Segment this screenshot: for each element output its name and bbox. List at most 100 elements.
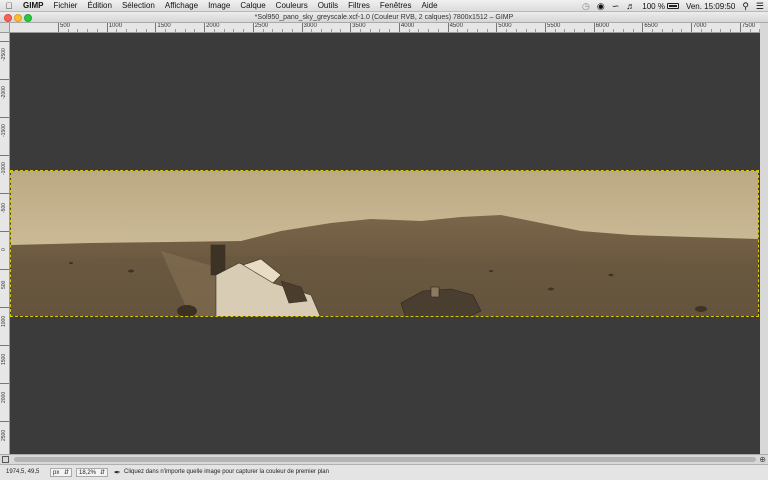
ruler-label: 4000 [400, 23, 415, 29]
ruler-minor-tick [457, 29, 459, 32]
window-title: *Sol950_pano_sky_greyscale.xcf-1.0 (Coul… [254, 14, 514, 21]
ruler-minor-tick [116, 29, 118, 32]
time-machine-icon[interactable]: ◷ [582, 0, 590, 12]
ruler-minor-tick [583, 29, 585, 32]
ruler-minor-tick [262, 29, 264, 32]
eye-icon[interactable]: ◉ [597, 0, 605, 12]
rover-wheel-left [177, 305, 197, 316]
ruler-minor-tick [243, 29, 245, 32]
zoom-selector[interactable]: 18,2% ⇵ [76, 468, 108, 477]
ruler-label: 4500 [449, 23, 463, 29]
ruler-label: -2500 [1, 48, 7, 61]
ruler-minor-tick [96, 29, 98, 32]
ruler-label: 1000 [108, 23, 123, 29]
ruler-minor-tick [194, 29, 196, 32]
unit-selector[interactable]: px ⇵ [50, 468, 72, 477]
apple-logo-icon[interactable]:  [0, 1, 18, 11]
ruler-label: 2500 [254, 23, 269, 29]
ruler-minor-tick [233, 29, 235, 32]
ruler-minor-tick [574, 29, 576, 32]
menu-gimp[interactable]: GIMP [18, 1, 48, 10]
menu-extras: ◷ ◉ ∽ ♬ 100 % Ven. 15:09:50 ⚲ ☰ [582, 0, 764, 12]
menu-calque[interactable]: Calque [235, 1, 270, 10]
ruler-label: 6500 [644, 23, 658, 29]
ruler-label: 0 [1, 248, 7, 251]
ruler-label: 1000 [1, 315, 7, 327]
battery-indicator[interactable]: 100 % [642, 2, 679, 11]
menu-edition[interactable]: Édition [82, 1, 116, 10]
ruler-minor-tick [379, 29, 381, 32]
ruler-minor-tick [282, 29, 284, 32]
window-title-bar: *Sol950_pano_sky_greyscale.xcf-1.0 (Coul… [0, 12, 768, 23]
menu-fenetres[interactable]: Fenêtres [375, 1, 417, 10]
ruler-minor-tick [554, 29, 556, 32]
ruler-minor-tick [671, 29, 673, 32]
menu-bar:  GIMP Fichier Édition Sélection Afficha… [0, 0, 768, 12]
status-message: Cliquez dans n'importe quelle image pour… [124, 469, 329, 475]
ruler-minor-tick [730, 29, 732, 32]
wifi-icon[interactable]: ∽ [612, 0, 620, 12]
ruler-minor-tick [749, 29, 751, 32]
pointer-coordinates: 1974,5, 49,5 [6, 469, 40, 475]
horizontal-scrollbar[interactable]: ⊕ [0, 454, 768, 464]
menu-aide[interactable]: Aide [417, 1, 443, 10]
menu-filtres[interactable]: Filtres [343, 1, 375, 10]
ruler-label: 2000 [1, 391, 7, 403]
ruler-minor-tick [213, 29, 215, 32]
image-canvas[interactable] [10, 33, 760, 454]
status-bar: 1974,5, 49,5 px ⇵ 18,2% ⇵ ✒ Cliquez dans n… [0, 464, 768, 480]
navigate-icon[interactable] [2, 456, 9, 463]
ruler-minor-tick [311, 29, 313, 32]
ruler-minor-tick [174, 29, 176, 32]
ruler-minor-tick [428, 29, 430, 32]
ruler-minor-tick [535, 29, 537, 32]
panorama-artwork [11, 171, 758, 316]
menu-affichage[interactable]: Affichage [160, 1, 203, 10]
ruler-minor-tick [145, 29, 147, 32]
ruler-minor-tick [525, 29, 527, 32]
martian-plain [11, 255, 758, 316]
ruler-minor-tick [165, 29, 167, 32]
ruler-tick [0, 117, 9, 118]
ruler-minor-tick [710, 29, 712, 32]
chevron-down-icon: ⇵ [99, 470, 105, 476]
menu-fichier[interactable]: Fichier [48, 1, 82, 10]
menu-outils[interactable]: Outils [313, 1, 343, 10]
ruler-tick [0, 41, 9, 42]
ruler-tick [0, 231, 9, 232]
ruler-tick [0, 269, 9, 270]
menu-image[interactable]: Image [203, 1, 235, 10]
ruler-minor-tick [67, 29, 69, 32]
menu-selection[interactable]: Sélection [117, 1, 160, 10]
spotlight-search-icon[interactable]: ⚲ [742, 0, 749, 12]
ruler-minor-tick [632, 29, 634, 32]
vertical-ruler[interactable]: -2500 -2000 -1500 -1000 -500 0 500 1000 1500 2000… [0, 33, 10, 454]
ruler-corner[interactable] [0, 23, 10, 33]
ruler-tick [0, 383, 9, 384]
ruler-label: -1000 [1, 162, 7, 175]
ruler-label: 5000 [498, 23, 512, 29]
menu-clock[interactable]: Ven. 15:09:50 [686, 2, 735, 11]
ruler-minor-tick [564, 29, 566, 32]
ruler-label: -2000 [1, 86, 7, 99]
horizontal-ruler[interactable]: 500 1000 1500 2000 2500 3000 3500 4000 4500 5000 5… [10, 23, 760, 33]
ruler-label: 1500 [157, 23, 171, 29]
ruler-minor-tick [340, 29, 342, 32]
scrollbar-thumb[interactable] [14, 457, 756, 462]
ruler-tick [0, 79, 9, 80]
ruler-minor-tick [506, 29, 508, 32]
ruler-label: 5500 [547, 23, 561, 29]
ruler-minor-tick [223, 29, 225, 32]
ruler-minor-tick [408, 29, 410, 32]
panorama-image[interactable] [10, 170, 759, 317]
ruler-minor-tick [613, 29, 615, 32]
ruler-tick [0, 345, 9, 346]
volume-icon[interactable]: ♬ [626, 0, 635, 12]
chevron-down-icon: ⇵ [63, 470, 69, 476]
notification-center-icon[interactable]: ☰ [756, 0, 764, 12]
ruler-minor-tick [661, 29, 663, 32]
zoom-value: 18,2% [79, 470, 97, 476]
ruler-label: -500 [1, 202, 7, 213]
menu-couleurs[interactable]: Couleurs [271, 1, 313, 10]
ruler-label: 7500 [741, 23, 756, 29]
